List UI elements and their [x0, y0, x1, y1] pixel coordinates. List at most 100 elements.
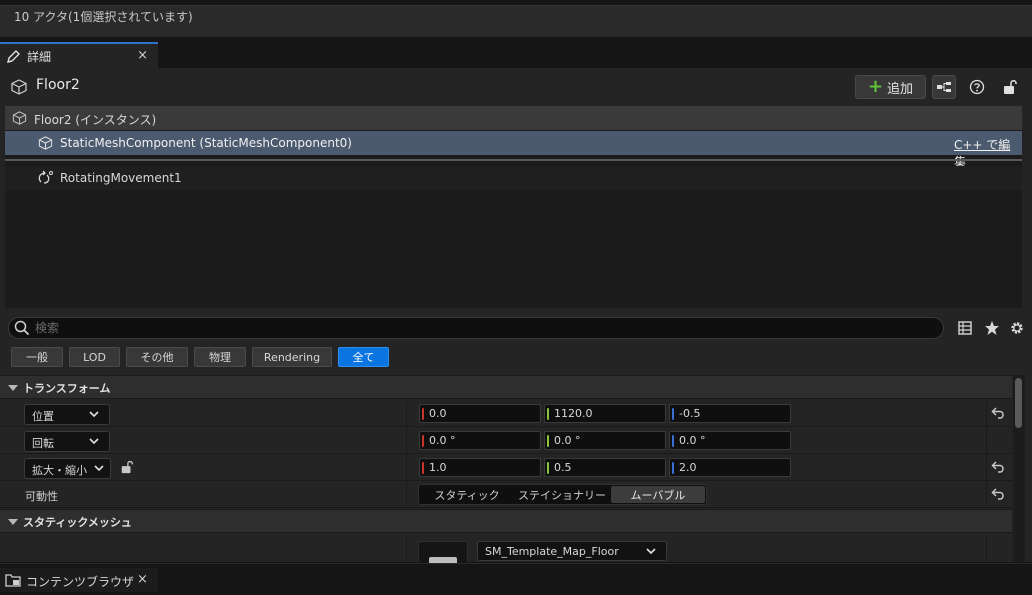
- column-divider: [406, 535, 407, 562]
- rotation-mode-combo[interactable]: 回転: [24, 431, 110, 452]
- axis-z-marker: [672, 462, 674, 474]
- tab-details[interactable]: 詳細 ×: [0, 42, 158, 69]
- edit-cpp-link[interactable]: C++ で編集: [954, 136, 1022, 170]
- tree-item-static-mesh[interactable]: StaticMeshComponent (StaticMeshComponent…: [5, 131, 1022, 169]
- axis-y-marker: [547, 435, 549, 447]
- filter-physics[interactable]: 物理: [194, 347, 246, 367]
- column-divider: [406, 428, 407, 454]
- tree-rotating-label: RotatingMovement1: [60, 171, 182, 185]
- location-y-field[interactable]: 1120.0: [544, 404, 666, 423]
- filter-misc[interactable]: その他: [126, 347, 188, 367]
- rotation-x-value: 0.0 °: [429, 434, 456, 447]
- column-divider: [406, 401, 407, 427]
- details-scrollbar[interactable]: [1013, 375, 1025, 562]
- reset-to-default-icon[interactable]: [991, 407, 1005, 419]
- help-icon: [969, 79, 985, 95]
- scale-x-value: 1.0: [429, 461, 447, 474]
- location-z-field[interactable]: -0.5: [669, 404, 791, 423]
- axis-y-marker: [547, 462, 549, 474]
- help-button[interactable]: [965, 75, 989, 99]
- axis-x-marker: [422, 408, 424, 420]
- filter-general[interactable]: 一般: [11, 347, 63, 367]
- selection-status-bar: 10 アクタ(1個選択されています): [0, 0, 1032, 38]
- rotation-x-field[interactable]: 0.0 °: [419, 431, 541, 450]
- blueprint-button[interactable]: [932, 75, 956, 99]
- scale-label: 拡大・縮小: [32, 464, 87, 477]
- filter-lod[interactable]: LOD: [69, 347, 120, 367]
- blueprint-icon: [937, 82, 951, 92]
- location-label: 位置: [32, 410, 54, 423]
- scale-y-value: 0.5: [554, 461, 572, 474]
- property-row-location: 位置 0.0 1120.0 -0.5: [0, 401, 1012, 427]
- tree-divider: [5, 159, 1022, 161]
- location-y-value: 1120.0: [554, 407, 593, 420]
- rotating-movement-icon: [38, 170, 53, 184]
- mobility-option-movable[interactable]: ムーバブル: [611, 486, 705, 503]
- details-search-bar[interactable]: [8, 317, 944, 339]
- scale-y-field[interactable]: 0.5: [544, 458, 666, 477]
- category-transform[interactable]: トランスフォーム: [0, 375, 1012, 399]
- tree-item-root[interactable]: Floor2 (インスタンス): [5, 106, 1022, 130]
- scale-x-field[interactable]: 1.0: [419, 458, 541, 477]
- mesh-asset-combo[interactable]: SM_Template_Map_Floor: [477, 541, 667, 561]
- scale-z-field[interactable]: 2.0: [669, 458, 791, 477]
- reset-to-default-icon[interactable]: [991, 488, 1005, 500]
- selection-count-text: 10 アクタ(1個選択されています): [14, 10, 193, 24]
- column-divider: [406, 482, 407, 508]
- rotation-z-field[interactable]: 0.0 °: [669, 431, 791, 450]
- property-row-static-mesh: SM_Template_Map_Floor: [0, 535, 1012, 563]
- property-row-rotation: 回転 0.0 ° 0.0 ° 0.0 °: [0, 428, 1012, 454]
- scale-lock-icon[interactable]: [120, 460, 134, 474]
- axis-y-marker: [547, 408, 549, 420]
- chevron-down-icon: [89, 411, 99, 418]
- search-input[interactable]: [35, 319, 915, 337]
- mobility-option-stationary[interactable]: ステイショナリー: [515, 486, 609, 503]
- chevron-down-icon: [646, 548, 656, 555]
- chevron-down-icon: [94, 465, 104, 472]
- mobility-label: 可動性: [25, 490, 58, 503]
- table-view-icon[interactable]: [958, 321, 972, 335]
- tree-root-label: Floor2 (インスタンス): [34, 113, 157, 127]
- collapse-arrow-icon: [8, 519, 18, 525]
- folder-icon: [5, 574, 21, 587]
- column-divider: [986, 482, 987, 508]
- axis-z-marker: [672, 408, 674, 420]
- lock-button[interactable]: [998, 75, 1022, 99]
- column-divider: [406, 455, 407, 481]
- scale-mode-combo[interactable]: 拡大・縮小: [24, 458, 111, 479]
- add-component-button[interactable]: + 追加: [855, 75, 926, 99]
- pencil-icon: [7, 50, 20, 63]
- rotation-y-field[interactable]: 0.0 °: [544, 431, 666, 450]
- mesh-asset-name: SM_Template_Map_Floor: [485, 545, 619, 558]
- property-row-mobility: 可動性 スタティック ステイショナリー ムーバブル: [0, 482, 1012, 508]
- mesh-thumbnail[interactable]: [418, 541, 468, 563]
- column-divider: [986, 455, 987, 481]
- category-transform-label: トランスフォーム: [23, 382, 111, 395]
- gear-icon[interactable]: [1009, 320, 1025, 336]
- tree-item-rotating-movement[interactable]: RotatingMovement1: [5, 166, 1022, 190]
- chevron-down-icon: [89, 438, 99, 445]
- reset-to-default-icon[interactable]: [991, 461, 1005, 473]
- filter-all[interactable]: 全て: [338, 347, 389, 367]
- mobility-segmented-control: スタティック ステイショナリー ムーバブル: [418, 484, 707, 505]
- location-mode-combo[interactable]: 位置: [24, 404, 110, 425]
- column-divider: [986, 401, 987, 427]
- axis-z-marker: [672, 435, 674, 447]
- mobility-option-static[interactable]: スタティック: [421, 486, 513, 503]
- rotation-label: 回転: [32, 437, 54, 450]
- location-x-field[interactable]: 0.0: [419, 404, 541, 423]
- cube-icon: [11, 79, 27, 95]
- location-x-value: 0.0: [429, 407, 447, 420]
- tab-close-icon[interactable]: ×: [137, 572, 148, 587]
- category-static-mesh[interactable]: スタティックメッシュ: [0, 509, 1012, 533]
- scrollbar-thumb[interactable]: [1015, 378, 1022, 428]
- filter-rendering[interactable]: Rendering: [252, 347, 332, 367]
- add-button-label: 追加: [887, 81, 914, 97]
- search-icon: [14, 320, 30, 336]
- rotation-z-value: 0.0 °: [679, 434, 706, 447]
- rotation-y-value: 0.0 °: [554, 434, 581, 447]
- component-tree: Floor2 (インスタンス) StaticMeshComponent (Sta…: [5, 106, 1022, 308]
- star-icon[interactable]: [984, 320, 1000, 336]
- tab-close-icon[interactable]: ×: [137, 48, 148, 63]
- tab-content-browser[interactable]: コンテンツブラウザ ×: [0, 568, 158, 592]
